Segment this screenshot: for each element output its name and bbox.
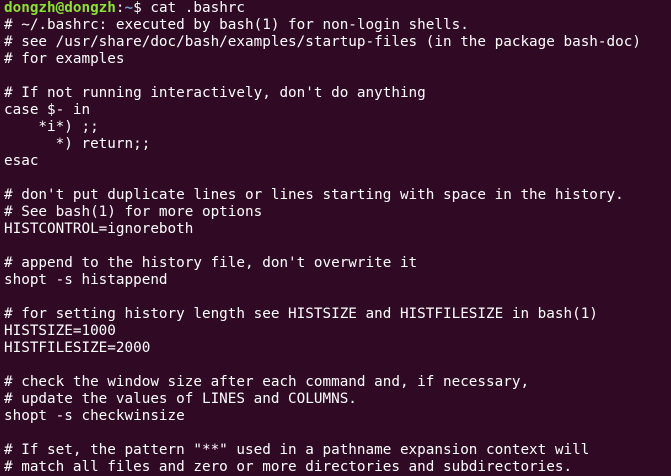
output-line: # append to the history file, don't over…: [4, 255, 418, 271]
prompt-symbol: $: [133, 0, 151, 16]
output-line: # match all files and zero or more direc…: [4, 459, 573, 475]
output-line: # see /usr/share/doc/bash/examples/start…: [4, 34, 641, 50]
command-text: cat .bashrc: [150, 0, 246, 16]
terminal-window[interactable]: dongzh@dongzh:~$ cat .bashrc # ~/.bashrc…: [0, 0, 671, 476]
output-line: HISTSIZE=1000: [4, 323, 116, 339]
output-line: # ~/.bashrc: executed by bash(1) for non…: [4, 17, 469, 33]
terminal-output: # ~/.bashrc: executed by bash(1) for non…: [4, 17, 671, 476]
prompt-line: dongzh@dongzh:~$ cat .bashrc: [4, 0, 671, 17]
output-line: # for examples: [4, 51, 125, 67]
output-line: HISTCONTROL=ignoreboth: [4, 221, 194, 237]
prompt-user-host: dongzh@dongzh: [4, 0, 116, 16]
output-line: # check the window size after each comma…: [4, 374, 530, 390]
output-line: # update the values of LINES and COLUMNS…: [4, 391, 357, 407]
output-line: # If set, the pattern "**" used in a pat…: [4, 442, 590, 458]
output-line: *i*) ;;: [4, 119, 99, 135]
output-line: shopt -s histappend: [4, 272, 168, 288]
output-line: esac: [4, 153, 39, 169]
output-line: *) return;;: [4, 136, 151, 152]
output-line: shopt -s checkwinsize: [4, 408, 185, 424]
output-line: case $- in: [4, 102, 91, 118]
output-line: # If not running interactively, don't do…: [4, 85, 426, 101]
output-line: # for setting history length see HISTSIZ…: [4, 306, 598, 322]
output-line: HISTFILESIZE=2000: [4, 340, 151, 356]
prompt-path: ~: [124, 0, 134, 16]
prompt-colon: :: [115, 0, 125, 16]
output-line: # See bash(1) for more options: [4, 204, 263, 220]
output-line: # don't put duplicate lines or lines sta…: [4, 187, 624, 203]
